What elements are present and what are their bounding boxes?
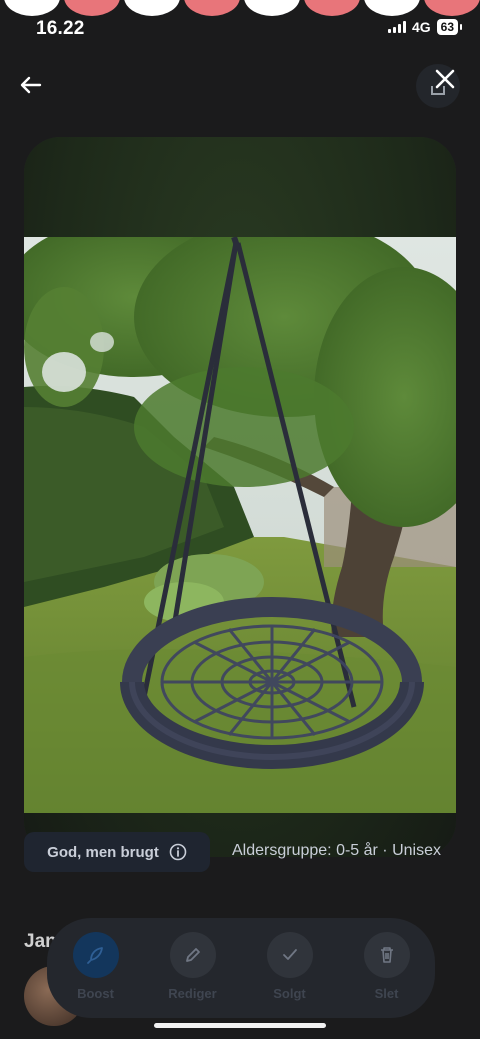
bubble [364, 0, 420, 16]
sold-label: Solgt [273, 986, 306, 1001]
home-indicator[interactable] [154, 1023, 326, 1028]
condition-label: God, men brugt [47, 843, 159, 861]
status-time: 16.22 [36, 18, 85, 39]
close-icon[interactable] [430, 64, 460, 94]
pencil-icon [185, 948, 200, 962]
network-label: 4G [411, 19, 431, 35]
edit-circle [169, 932, 216, 978]
trash-icon [380, 947, 393, 963]
bubble [424, 0, 480, 16]
action-bar: Boost Rediger Solgt Slet [47, 918, 435, 1018]
bubble [4, 0, 60, 16]
status-icons: 4G 63 [387, 19, 462, 35]
boost-label: Boost [77, 986, 114, 1001]
signal-icon [387, 21, 406, 33]
age-group-text: Aldersgruppe: 0-5 år · Unisex [232, 842, 441, 859]
delete-label: Slet [374, 986, 399, 1001]
edit-button[interactable]: Rediger [158, 932, 228, 1001]
delete-button[interactable]: Slet [352, 932, 422, 1001]
battery-icon: 63 [436, 19, 458, 35]
delete-circle [363, 932, 410, 978]
boost-button[interactable]: Boost [61, 932, 131, 1001]
condition-chip[interactable]: God, men brugt [24, 832, 210, 872]
boost-circle [72, 932, 119, 978]
bubble [184, 0, 240, 16]
nest-swing-image [24, 237, 456, 813]
battery-tip [460, 24, 462, 30]
sold-button[interactable]: Solgt [255, 932, 325, 1001]
bubble [304, 0, 360, 16]
edit-label: Rediger [168, 986, 217, 1001]
bubble [64, 0, 120, 16]
back-arrow-icon[interactable] [18, 72, 44, 98]
checkmark-icon [282, 949, 297, 960]
bubble [244, 0, 300, 16]
notification-bubbles [0, 0, 480, 18]
listing-photo[interactable] [24, 237, 456, 813]
rocket-icon [86, 947, 103, 964]
sold-circle [266, 932, 313, 978]
info-icon [169, 843, 187, 861]
bubble [124, 0, 180, 16]
